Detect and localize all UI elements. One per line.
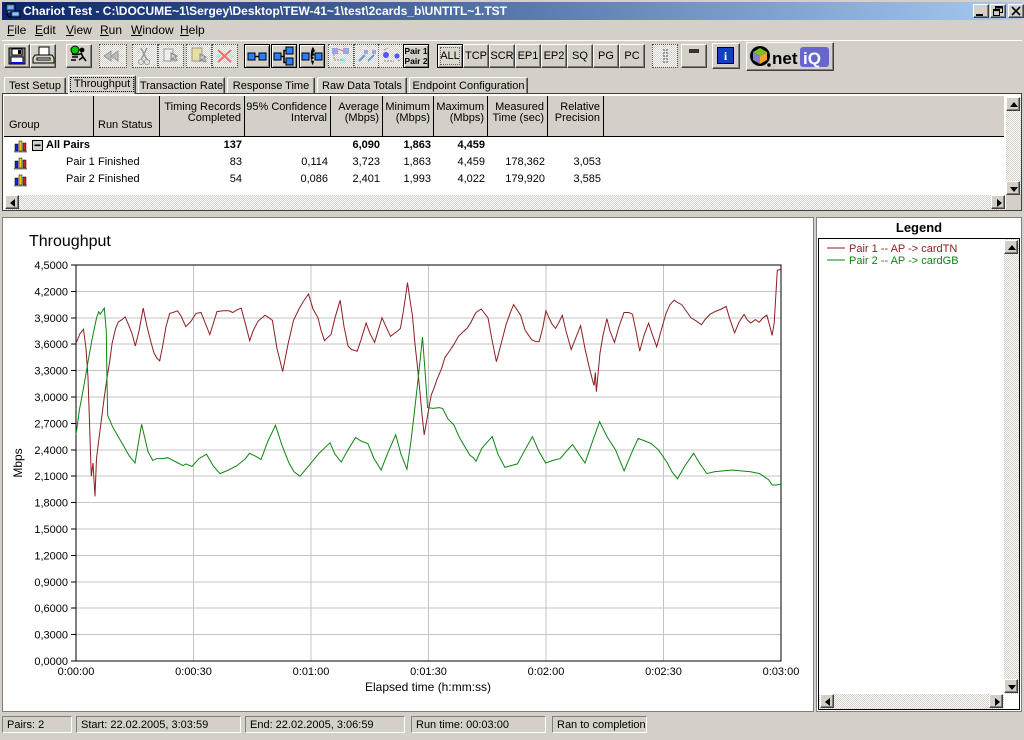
svg-text:0:02:00: 0:02:00 <box>528 666 565 678</box>
svg-text:0,9000: 0,9000 <box>34 577 68 589</box>
svg-text:2,4000: 2,4000 <box>34 445 68 457</box>
svg-text:0:03:00: 0:03:00 <box>763 666 800 678</box>
svg-text:0:01:00: 0:01:00 <box>293 666 330 678</box>
svg-text:0:00:00: 0:00:00 <box>58 666 95 678</box>
svg-text:3,0000: 3,0000 <box>34 392 68 404</box>
svg-text:3,3000: 3,3000 <box>34 366 68 378</box>
svg-text:1,2000: 1,2000 <box>34 550 68 562</box>
svg-text:0:01:30: 0:01:30 <box>410 666 447 678</box>
svg-text:3,9000: 3,9000 <box>34 313 68 325</box>
svg-text:1,5000: 1,5000 <box>34 524 68 536</box>
svg-text:Pair 1 -- AP -> cardTN: Pair 1 -- AP -> cardTN <box>849 243 957 255</box>
svg-text:Throughput: Throughput <box>29 233 111 250</box>
svg-text:0,3000: 0,3000 <box>34 630 68 642</box>
svg-text:0:02:30: 0:02:30 <box>645 666 682 678</box>
svg-text:4,2000: 4,2000 <box>34 286 68 298</box>
svg-text:Mbps: Mbps <box>11 448 25 477</box>
svg-text:1,8000: 1,8000 <box>34 498 68 510</box>
svg-text:0,6000: 0,6000 <box>34 603 68 615</box>
svg-text:iQ: iQ <box>803 49 821 68</box>
svg-text:Pair 2 -- AP -> cardGB: Pair 2 -- AP -> cardGB <box>849 255 959 267</box>
svg-text:2,7000: 2,7000 <box>34 418 68 430</box>
svg-text:Pair 1: Pair 1 <box>404 46 427 56</box>
svg-text:Elapsed time (h:mm:ss): Elapsed time (h:mm:ss) <box>365 680 491 694</box>
svg-text:2,1000: 2,1000 <box>34 471 68 483</box>
svg-text:3,6000: 3,6000 <box>34 339 68 351</box>
svg-text:4,5000: 4,5000 <box>34 260 68 272</box>
svg-text:0:00:30: 0:00:30 <box>175 666 212 678</box>
svg-text:net: net <box>772 49 798 68</box>
svg-text:Pair 2: Pair 2 <box>404 56 427 66</box>
